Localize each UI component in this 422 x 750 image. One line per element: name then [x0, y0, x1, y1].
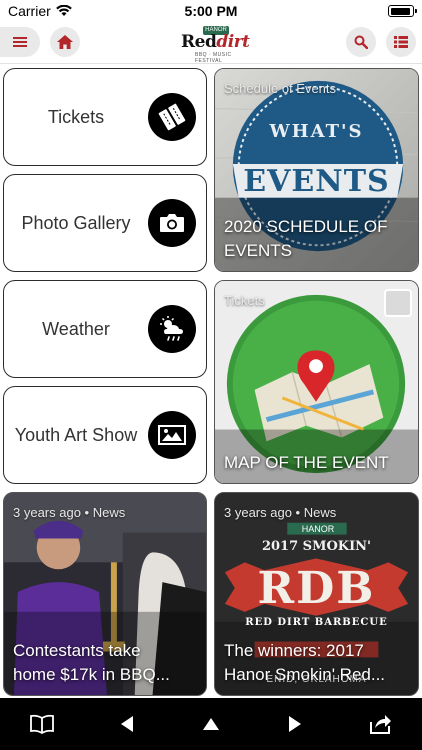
tile-tickets[interactable]: Tickets: [3, 68, 207, 166]
card-news-contestants[interactable]: 3 years ago • News Contestants take home…: [3, 492, 207, 696]
share-button[interactable]: [338, 698, 422, 750]
list-button[interactable]: [386, 27, 416, 57]
tile-weather[interactable]: Weather: [3, 280, 207, 378]
search-button[interactable]: [346, 27, 376, 57]
up-button[interactable]: [169, 698, 253, 750]
home-icon: [57, 35, 73, 49]
bookmarks-icon: [30, 714, 55, 734]
tile-label: Photo Gallery: [21, 213, 131, 233]
weather-icon: [148, 305, 196, 353]
camera-icon: [148, 199, 196, 247]
bottom-toolbar: [0, 698, 422, 750]
card-news-winners[interactable]: HANOR 2017 SMOKIN' RDB RED DIRT BARBECUE…: [214, 492, 419, 696]
ticket-icon: [148, 93, 196, 141]
hamburger-icon: [13, 37, 27, 47]
status-time: 5:00 PM: [184, 3, 238, 19]
list-icon: [394, 36, 408, 48]
share-icon: [369, 715, 391, 734]
content-grid: Tickets Photo Gallery Weather Youth Art …: [0, 64, 422, 698]
back-button[interactable]: [84, 698, 168, 750]
rdb-art-year: 2017 SMOKIN': [261, 539, 372, 554]
home-button[interactable]: [50, 27, 80, 57]
events-art-top: WHAT'S: [269, 121, 364, 142]
bookmarks-button[interactable]: [0, 698, 84, 750]
gallery-badge-icon: [384, 289, 412, 317]
menu-button[interactable]: [0, 27, 40, 57]
status-bar: Carrier 5:00 PM: [0, 0, 422, 22]
card-title: MAP OF THE EVENT: [224, 453, 389, 472]
tile-photo-gallery[interactable]: Photo Gallery: [3, 174, 207, 272]
rdb-art-sub: RED DIRT BARBECUE: [245, 617, 388, 628]
card-map-of-event[interactable]: Tickets MAP OF THE EVENT: [214, 280, 419, 484]
image-icon: [148, 411, 196, 459]
tile-label: Youth Art Show: [14, 425, 138, 445]
search-icon: [354, 35, 368, 49]
card-title: The winners: 2017 Hanor Smokin' Red...: [224, 641, 386, 684]
forward-icon: [289, 716, 302, 732]
logo-subtitle: BBQ · MUSIC FESTIVAL: [195, 52, 232, 64]
tile-youth-art-show[interactable]: Youth Art Show: [3, 386, 207, 484]
app-logo[interactable]: HANOR Reddirt BBQ · MUSIC FESTIVAL: [181, 26, 250, 64]
rdb-art-big: RDB: [257, 563, 376, 614]
tile-label: Weather: [42, 319, 110, 339]
card-tag: 3 years ago • News: [13, 505, 126, 520]
card-tag: 3 years ago • News: [224, 505, 337, 520]
card-title: Contestants take home $17k in BBQ...: [13, 641, 170, 684]
events-art-main: EVENTS: [243, 164, 390, 199]
tile-label: Tickets: [47, 107, 105, 127]
up-icon: [203, 718, 220, 730]
forward-button[interactable]: [253, 698, 337, 750]
rdb-art-badge: HANOR: [301, 524, 335, 534]
battery-icon: [388, 5, 417, 17]
card-schedule-of-events[interactable]: WHAT'S EVENTS Schedule of Events 2020 SC…: [214, 68, 419, 272]
card-title: 2020 SCHEDULE OF EVENTS: [224, 217, 388, 260]
logo-text: Reddirt: [181, 32, 250, 52]
card-tag: Tickets: [224, 293, 265, 308]
back-icon: [120, 716, 133, 732]
app-header: HANOR Reddirt BBQ · MUSIC FESTIVAL: [0, 22, 422, 64]
card-tag: Schedule of Events: [224, 81, 337, 96]
